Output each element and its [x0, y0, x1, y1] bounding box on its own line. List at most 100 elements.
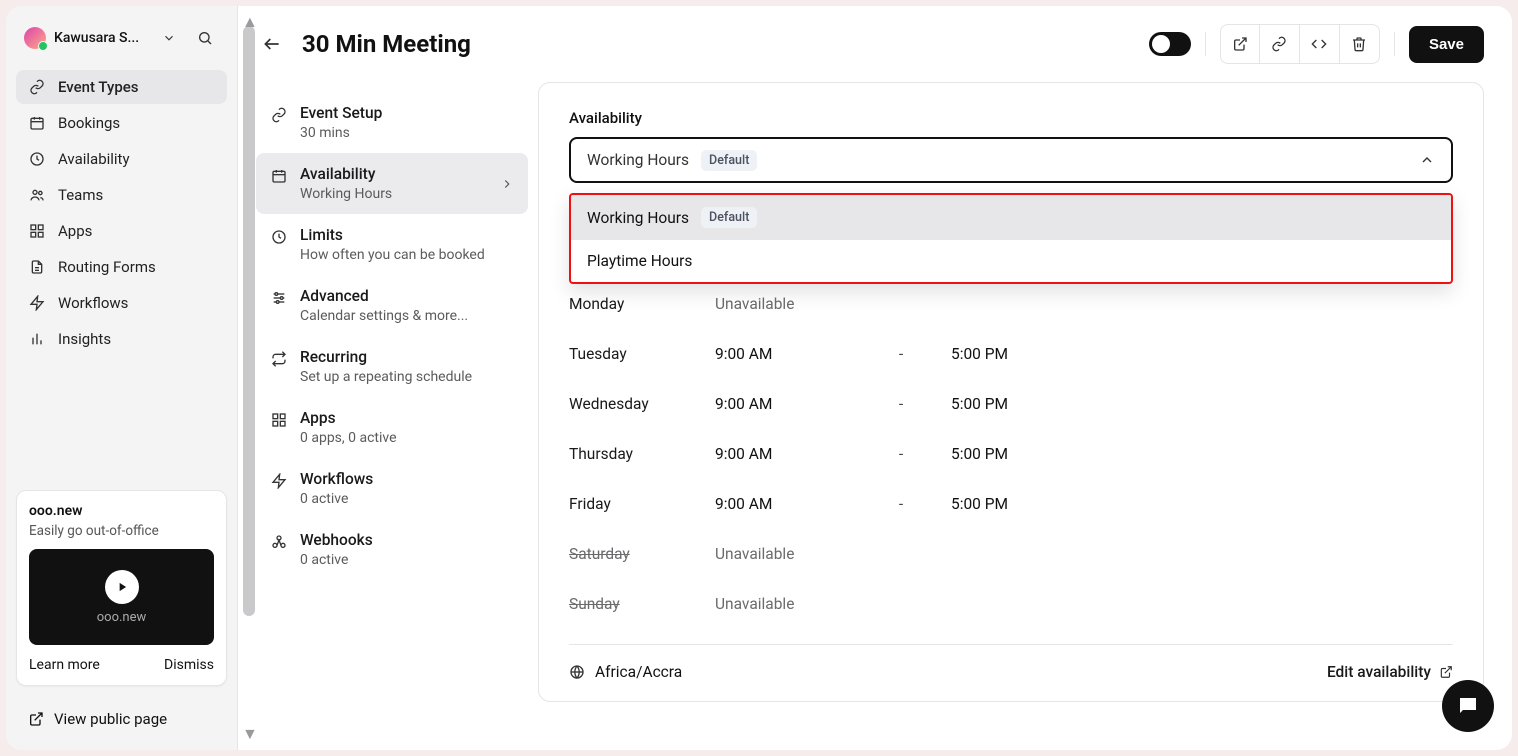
setting-advanced[interactable]: Advanced Calendar settings & more... [256, 275, 528, 336]
promo-card: ooo.new Easily go out-of-office ooo.new … [16, 490, 227, 686]
copy-link-button[interactable] [1260, 24, 1300, 64]
setting-subtitle: 0 active [300, 491, 373, 507]
default-badge: Default [701, 150, 757, 171]
schedule-start: 9:00 AM [715, 395, 851, 413]
schedule-end: 5:00 PM [951, 495, 1071, 513]
schedule-start: 9:00 AM [715, 495, 851, 513]
sidebar-item-routing-forms[interactable]: Routing Forms [16, 250, 227, 284]
setting-subtitle: 0 active [300, 552, 373, 568]
schedule-day: Thursday [569, 445, 715, 463]
availability-dropdown: Working Hours Default Playtime Hours [569, 193, 1453, 284]
default-badge: Default [701, 207, 757, 228]
external-link-icon [1439, 665, 1453, 679]
scrollbar[interactable] [243, 26, 255, 626]
view-public-page[interactable]: View public page [16, 700, 227, 738]
availability-select[interactable]: Working Hours Default [569, 137, 1453, 183]
file-icon [28, 258, 46, 276]
edit-availability-link[interactable]: Edit availability [1327, 663, 1453, 681]
chat-fab[interactable] [1442, 680, 1494, 732]
clock-icon [28, 150, 46, 168]
setting-availability[interactable]: AvailabilityWorking Hours [256, 153, 528, 214]
setting-apps[interactable]: Apps0 apps, 0 active [256, 397, 528, 458]
enabled-toggle[interactable] [1149, 32, 1191, 56]
setting-title: Recurring [300, 348, 472, 366]
sidebar-item-label: Workflows [58, 294, 128, 312]
setting-title: Apps [300, 409, 397, 427]
setting-subtitle: Calendar settings & more... [300, 308, 468, 324]
setting-limits[interactable]: LimitsHow often you can be booked [256, 214, 528, 275]
schedule-dash: - [851, 495, 951, 513]
sidebar: Kawusara S... Event Types Bookings Avail… [6, 6, 238, 750]
schedule-row: Monday Unavailable [569, 279, 1453, 329]
page-title: 30 Min Meeting [302, 30, 1135, 58]
external-link-icon [28, 711, 44, 727]
schedule-day: Saturday [569, 545, 715, 563]
repeat-icon [270, 350, 288, 368]
schedule-end: 5:00 PM [951, 395, 1071, 413]
schedule-day: Sunday [569, 595, 715, 613]
sidebar-item-workflows[interactable]: Workflows [16, 286, 227, 320]
timezone-label: Africa/Accra [595, 663, 682, 681]
sidebar-item-apps[interactable]: Apps [16, 214, 227, 248]
dropdown-option-working-hours[interactable]: Working Hours Default [571, 195, 1451, 240]
clock-icon [270, 228, 288, 246]
schedule-end: 5:00 PM [951, 445, 1071, 463]
sidebar-item-insights[interactable]: Insights [16, 322, 227, 356]
sidebar-item-event-types[interactable]: Event Types [16, 70, 227, 104]
schedule-dash: - [851, 395, 951, 413]
promo-video[interactable]: ooo.new [29, 549, 214, 645]
schedule-dash: - [851, 445, 951, 463]
setting-recurring[interactable]: RecurringSet up a repeating schedule [256, 336, 528, 397]
setting-event-setup[interactable]: Event Setup30 mins [256, 92, 528, 153]
sidebar-item-label: Bookings [58, 114, 120, 132]
scroll-down-icon[interactable]: ▼ [242, 724, 258, 744]
schedule-row: Wednesday 9:00 AM - 5:00 PM [569, 379, 1453, 429]
scroll-up-icon[interactable]: ▲ [242, 12, 258, 32]
setting-title: Availability [300, 165, 392, 183]
setting-webhooks[interactable]: Webhooks0 active [256, 519, 528, 580]
embed-code-button[interactable] [1300, 24, 1340, 64]
sidebar-item-bookings[interactable]: Bookings [16, 106, 227, 140]
bolt-icon [28, 294, 46, 312]
chevron-down-icon[interactable] [155, 24, 183, 52]
delete-button[interactable] [1340, 24, 1380, 64]
promo-dismiss[interactable]: Dismiss [164, 657, 214, 673]
search-icon[interactable] [191, 24, 219, 52]
save-button[interactable]: Save [1409, 26, 1484, 63]
sidebar-nav: Event Types Bookings Availability Teams … [16, 70, 227, 356]
panel-footer: Africa/Accra Edit availability [569, 644, 1453, 681]
option-label: Playtime Hours [587, 252, 692, 270]
promo-media-label: ooo.new [97, 610, 147, 625]
sidebar-item-label: Routing Forms [58, 258, 156, 276]
promo-subtitle: Easily go out-of-office [29, 523, 214, 539]
schedule-day: Friday [569, 495, 715, 513]
link-icon [28, 78, 46, 96]
schedule-list: Monday Unavailable Tuesday 9:00 AM - 5:0… [569, 279, 1453, 629]
selected-option-label: Working Hours [587, 151, 689, 169]
divider [1394, 32, 1395, 56]
user-name: Kawusara S... [54, 30, 147, 46]
back-button[interactable] [256, 28, 288, 60]
schedule-start: 9:00 AM [715, 345, 851, 363]
sidebar-item-availability[interactable]: Availability [16, 142, 227, 176]
sidebar-item-teams[interactable]: Teams [16, 178, 227, 212]
dropdown-option-playtime-hours[interactable]: Playtime Hours [571, 240, 1451, 282]
sidebar-item-label: Teams [58, 186, 103, 204]
play-icon [105, 570, 139, 604]
setting-workflows[interactable]: Workflows0 active [256, 458, 528, 519]
link-icon [270, 106, 288, 124]
sidebar-item-label: Insights [58, 330, 111, 348]
avatar [24, 27, 46, 49]
setting-title: Advanced [300, 287, 468, 305]
setting-title: Limits [300, 226, 485, 244]
schedule-row: Friday 9:00 AM - 5:00 PM [569, 479, 1453, 529]
action-icon-group [1220, 24, 1380, 64]
user-menu[interactable]: Kawusara S... [16, 18, 227, 58]
open-external-button[interactable] [1220, 24, 1260, 64]
chevron-right-icon [500, 177, 514, 191]
divider [1205, 32, 1206, 56]
option-label: Working Hours [587, 209, 689, 227]
public-page-label: View public page [54, 710, 167, 728]
webhook-icon [270, 533, 288, 551]
promo-learn-more[interactable]: Learn more [29, 657, 100, 673]
